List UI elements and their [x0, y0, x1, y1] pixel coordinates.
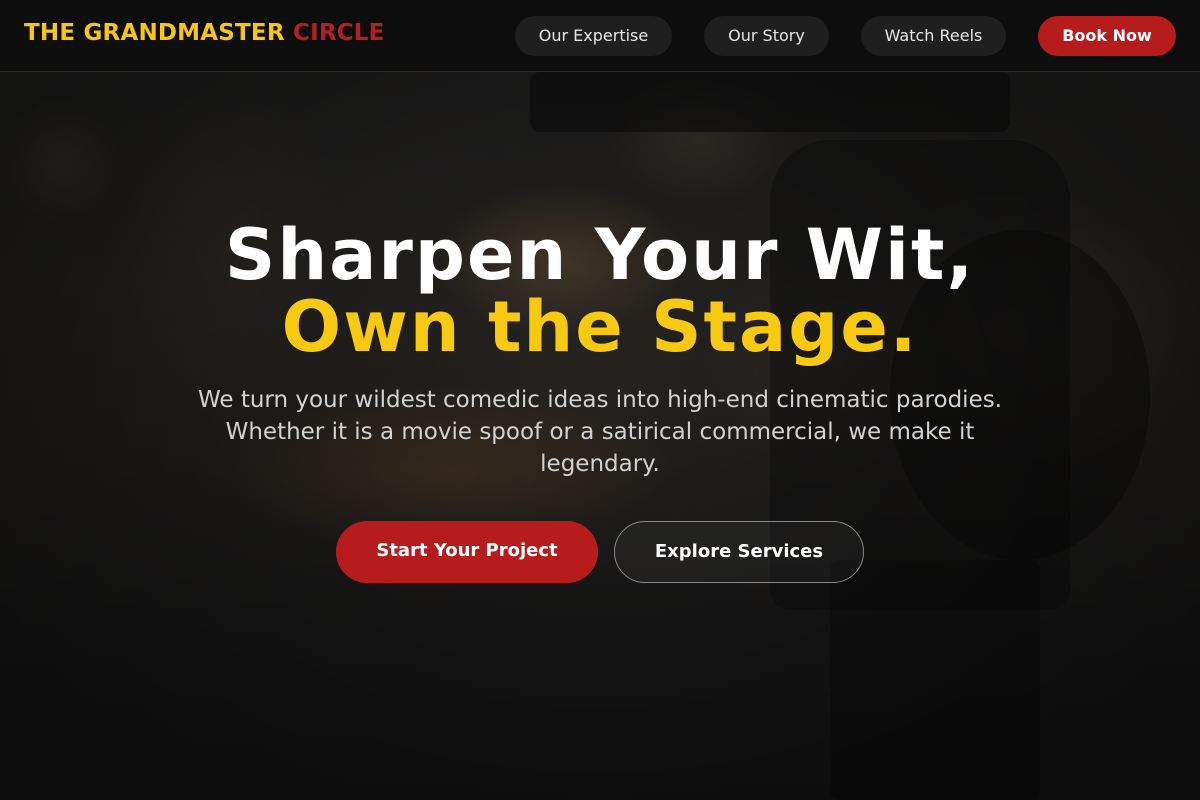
- page: THE GRANDMASTER CIRCLE Our Expertise Our…: [0, 0, 1200, 800]
- hero-section: Sharpen Your Wit, Own the Stage. We turn…: [0, 0, 1200, 800]
- hero-headline-line2: Own the Stage.: [281, 286, 919, 368]
- book-now-button[interactable]: Book Now: [1038, 16, 1176, 56]
- brand-name-main: THE GRANDMASTER: [24, 20, 285, 46]
- hero-subtitle: We turn your wildest comedic ideas into …: [197, 387, 1003, 477]
- start-your-project-button[interactable]: Start Your Project: [336, 521, 598, 583]
- brand-logo[interactable]: THE GRANDMASTER CIRCLE: [24, 20, 385, 46]
- brand-name-accent: CIRCLE: [292, 20, 385, 46]
- nav-watch-reels[interactable]: Watch Reels: [861, 16, 1006, 56]
- top-navbar: THE GRANDMASTER CIRCLE Our Expertise Our…: [0, 0, 1200, 72]
- explore-services-button[interactable]: Explore Services: [614, 521, 864, 583]
- hero-headline-line1: Sharpen Your Wit,: [224, 214, 976, 296]
- nav-our-expertise[interactable]: Our Expertise: [515, 16, 672, 56]
- nav-our-story[interactable]: Our Story: [704, 16, 829, 56]
